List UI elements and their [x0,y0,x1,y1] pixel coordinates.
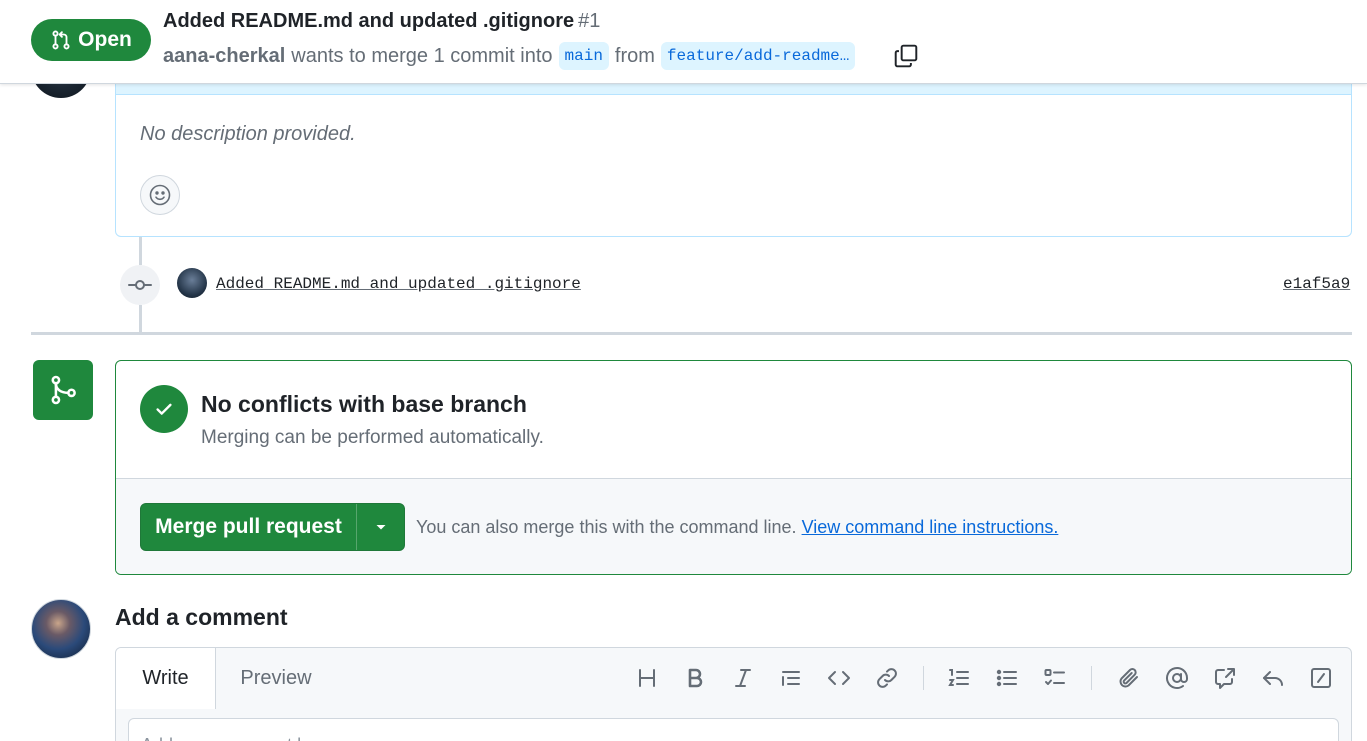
merge-hint-text: You can also merge this with the command… [416,517,797,537]
git-merge-icon [51,375,76,405]
heading-icon[interactable] [629,660,665,696]
add-reaction-button[interactable] [140,175,180,215]
git-commit-icon [128,280,152,290]
timeline-separator [31,332,1352,335]
merge-pull-request-button[interactable]: Merge pull request [141,504,357,550]
tab-write[interactable]: Write [116,648,216,709]
merge-method-dropdown-button[interactable] [357,504,404,550]
timeline-line [139,305,142,332]
pr-number: #1 [578,10,601,32]
merge-hint: You can also merge this with the command… [416,517,1058,538]
merge-description: wants to merge 1 commit into [291,44,553,67]
pr-state-label: Open [78,28,132,51]
merge-footer: Merge pull request You can also merge th… [116,478,1351,574]
current-user-avatar[interactable] [31,599,91,659]
check-circle-icon [140,385,188,433]
merge-button-group: Merge pull request [140,503,405,551]
timeline-line [139,237,142,265]
merge-status-subtext: Merging can be performed automatically. [201,427,544,448]
commit-author-avatar[interactable] [177,268,207,298]
toolbar-divider [923,666,924,690]
copy-branch-button[interactable] [893,43,919,69]
head-branch[interactable]: feature/add-readme… [660,42,856,70]
command-line-instructions-link[interactable]: View command line instructions. [802,517,1059,537]
toolbar-divider [1091,666,1092,690]
pr-state-badge: Open [31,19,151,61]
bold-icon[interactable] [677,660,713,696]
commit-node [120,265,160,305]
task-list-icon[interactable] [1037,660,1073,696]
pr-title: Added README.md and updated .gitignore #1 [163,10,600,33]
description-text: No description provided. [140,123,356,145]
attach-file-icon[interactable] [1111,660,1147,696]
numbered-list-icon[interactable] [941,660,977,696]
link-icon[interactable] [869,660,905,696]
slash-commands-icon[interactable] [1303,660,1339,696]
copy-icon [894,44,918,68]
bulleted-list-icon[interactable] [989,660,1025,696]
add-comment-heading: Add a comment [115,604,288,630]
pr-title-text: Added README.md and updated .gitignore [163,10,575,32]
smiley-icon [149,184,171,206]
sticky-pr-header: Open Added README.md and updated .gitign… [0,0,1367,84]
commit-sha-link[interactable]: e1af5a9 [1283,275,1350,293]
git-pull-request-icon [52,30,70,50]
italic-icon[interactable] [725,660,761,696]
merge-box: No conflicts with base branch Merging ca… [115,360,1352,575]
pr-description: No description provided. [115,60,1352,237]
from-text: from [614,44,655,67]
saved-replies-icon[interactable] [1255,660,1291,696]
cross-reference-icon[interactable] [1207,660,1243,696]
pr-author-link[interactable]: aana-cherkal [163,45,285,68]
merge-status-heading: No conflicts with base branch [201,391,527,417]
code-icon[interactable] [821,660,857,696]
merge-status-icon-box [33,360,93,420]
tab-preview[interactable]: Preview [216,648,336,708]
pr-meta: aana-cherkal wants to merge 1 commit int… [163,40,861,72]
triangle-down-icon [376,525,385,530]
commit-message-link[interactable]: Added README.md and updated .gitignore [216,275,581,293]
mention-icon[interactable] [1159,660,1195,696]
base-branch[interactable]: main [558,42,609,70]
quote-icon[interactable] [773,660,809,696]
comment-editor: Write Preview Add your comment her [115,647,1352,741]
comment-textarea[interactable]: Add your comment here... [128,718,1339,741]
